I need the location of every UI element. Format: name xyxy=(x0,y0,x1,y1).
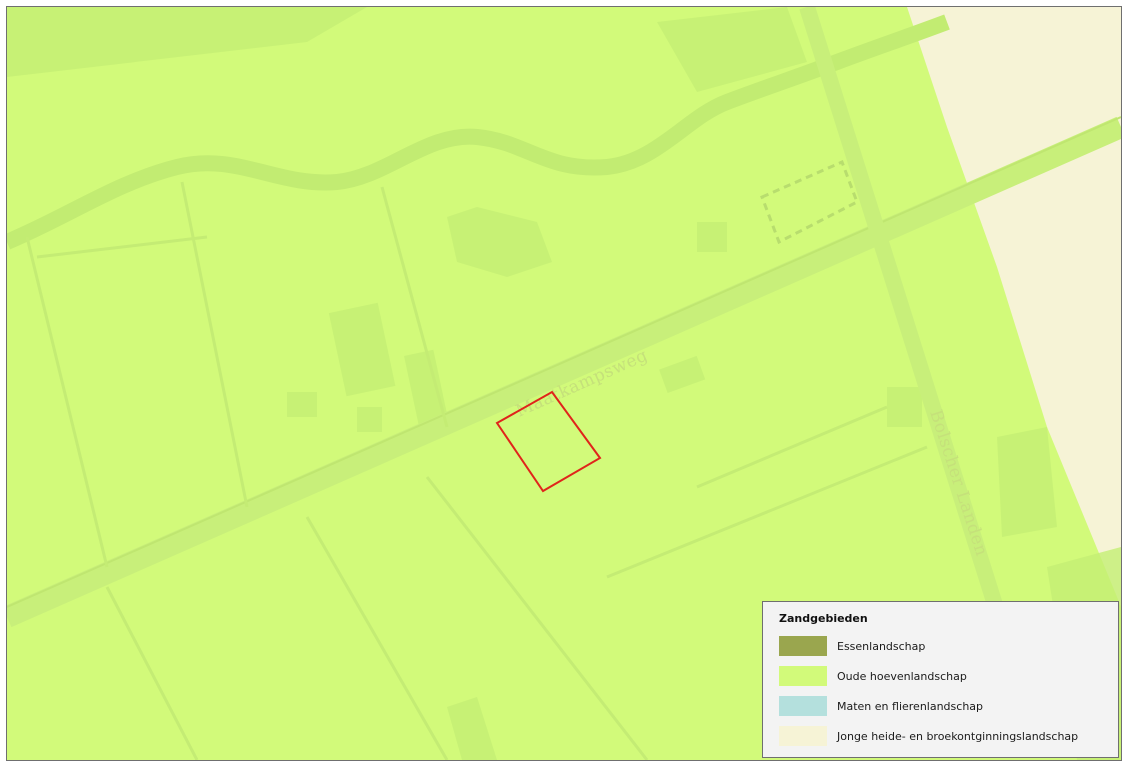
legend-swatch-essenlandschap xyxy=(779,636,827,656)
map-legend: Zandgebieden Essenlandschap Oude hoevenl… xyxy=(762,601,1119,758)
legend-title: Zandgebieden xyxy=(779,612,868,625)
legend-swatch-oude-hoevenlandschap xyxy=(779,666,827,686)
legend-label: Essenlandschap xyxy=(837,639,926,653)
legend-label: Maten en flierenlandschap xyxy=(837,699,984,713)
legend-label: Jonge heide- en broekontginningslandscha… xyxy=(837,729,1079,743)
legend-item: Essenlandschap xyxy=(779,631,1118,661)
legend-item: Oude hoevenlandschap xyxy=(779,661,1118,691)
legend-swatch-maten-en-flierenlandschap xyxy=(779,696,827,716)
legend-label: Oude hoevenlandschap xyxy=(837,669,967,683)
legend-item: Jonge heide- en broekontginningslandscha… xyxy=(779,721,1118,751)
legend-item: Maten en flierenlandschap xyxy=(779,691,1118,721)
legend-swatch-jonge-heide xyxy=(779,726,827,746)
